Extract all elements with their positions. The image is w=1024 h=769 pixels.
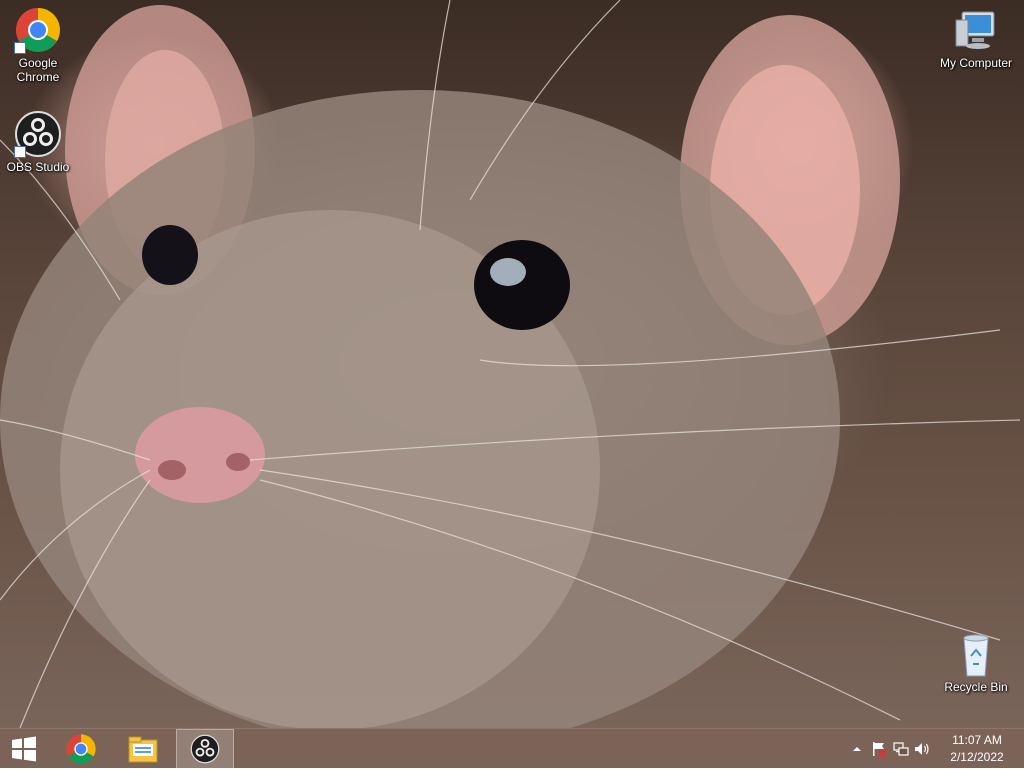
windows-start-icon [12,736,36,762]
desktop-icon-my-computer[interactable]: My Computer [936,6,1016,70]
computer-icon [952,6,1000,54]
file-explorer-icon [128,736,158,763]
show-hidden-icons-button[interactable] [846,729,868,769]
desktop-icon-label: My Computer [939,56,1013,70]
taskbar-file-explorer-button[interactable] [114,729,172,769]
clock-time: 11:07 AM [952,733,1002,747]
shortcut-arrow-icon [14,42,26,54]
desktop-icon-recycle-bin[interactable]: Recycle Bin [936,630,1016,694]
system-tray: 11:07 AM 2/12/2022 [846,729,1024,769]
clock-date: 2/12/2022 [950,750,1004,764]
desktop-icon-google-chrome[interactable]: Google Chrome [0,6,76,84]
speaker-icon [915,743,929,755]
desktop-wallpaper: Google Chrome OBS Studio My Computer Rec… [0,0,1024,728]
chrome-icon [14,6,62,54]
chevron-up-icon [853,747,861,751]
obs-icon [14,110,62,158]
desktop-icon-obs-studio[interactable]: OBS Studio [0,110,76,174]
taskbar-obs-button[interactable] [176,729,234,769]
obs-icon [190,734,220,764]
taskbar-chrome-button[interactable] [52,729,110,769]
volume-button[interactable] [912,729,934,769]
chrome-icon [66,734,96,764]
recycle-bin-icon [952,630,1000,678]
shortcut-arrow-icon [14,146,26,158]
action-center-button[interactable] [868,729,890,769]
taskbar: 11:07 AM 2/12/2022 [0,728,1024,769]
network-button[interactable] [890,729,912,769]
rat-wallpaper-image [0,0,1021,728]
desktop-icon-label: Recycle Bin [944,680,1008,694]
start-button[interactable] [0,729,48,769]
desktop-icon-label: Google Chrome [16,56,60,84]
network-icon [893,742,909,756]
clock[interactable]: 11:07 AM 2/12/2022 [938,732,1016,766]
desktop-icon-label: OBS Studio [6,160,70,174]
flag-icon [873,742,887,757]
